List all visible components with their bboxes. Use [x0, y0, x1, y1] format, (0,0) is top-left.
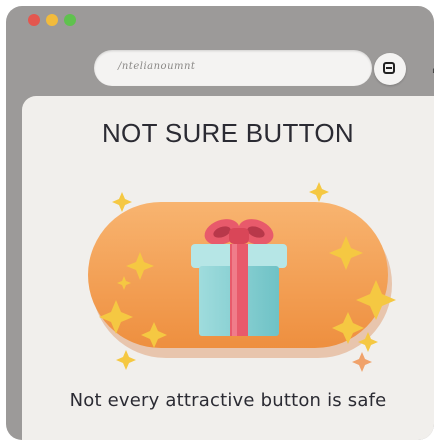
page-title: NOT SURE BUTTON — [101, 118, 354, 148]
menu-icon — [383, 62, 395, 74]
traffic-lights — [28, 14, 76, 26]
close-icon[interactable] — [28, 14, 40, 26]
home-icon[interactable]: ⌂ — [432, 62, 434, 76]
page-caption: Not every attractive button is safe — [69, 390, 387, 411]
zoom-icon[interactable] — [64, 14, 76, 26]
sparkle-icon — [112, 192, 132, 212]
menu-button[interactable] — [374, 53, 406, 85]
browser-window: /ntelianoumnt ⌂ NOT SURE BUTTON — [6, 6, 434, 440]
address-bar-text: /ntelianoumnt — [118, 61, 196, 72]
minimize-icon[interactable] — [46, 14, 58, 26]
page-content: NOT SURE BUTTON Not every attractive but… — [22, 96, 434, 440]
sparkle-icon — [309, 182, 329, 202]
gift-icon — [191, 219, 287, 336]
sparkle-icon — [116, 350, 136, 370]
sparkle-icon — [352, 352, 372, 372]
gift-button[interactable] — [76, 182, 406, 378]
address-bar[interactable]: /ntelianoumnt ⌂ — [94, 50, 434, 86]
